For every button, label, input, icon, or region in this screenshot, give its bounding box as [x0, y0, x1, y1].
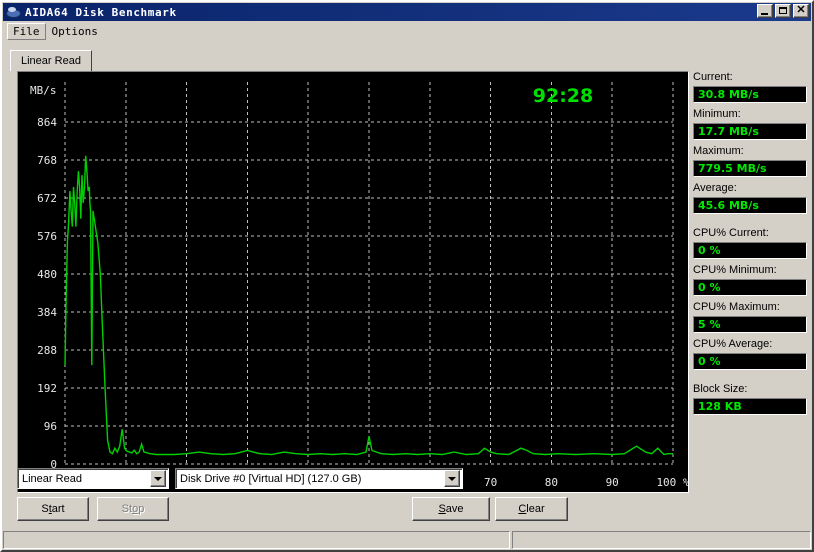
x-tick-label: 100 % [656, 476, 688, 489]
stat-cpu-current-value: 0 % [693, 242, 807, 259]
test-type-value: Linear Read [22, 472, 82, 485]
stat-cpu-current-label: CPU% Current: [693, 227, 769, 239]
y-tick-label: 480 [37, 268, 57, 281]
window-title: AIDA64 Disk Benchmark [25, 5, 177, 19]
client-area: Linear Read 0 96 192 288 384 480 576 672 768 864 … [3, 41, 811, 531]
stat-block-size-label: Block Size: [693, 383, 748, 395]
chart-timer-readout: 92:28 [533, 85, 593, 107]
y-tick-label: 864 [37, 116, 57, 129]
status-bar [3, 531, 811, 549]
clear-button[interactable]: Clear [495, 497, 568, 521]
stat-maximum-value: 779.5 MB/s [693, 160, 807, 177]
stat-block-size: Block Size: 128 KB [693, 383, 807, 415]
start-button[interactable]: Start [17, 497, 89, 521]
stat-minimum: Minimum: 17.7 MB/s [693, 108, 807, 140]
maximize-icon [779, 7, 787, 14]
menu-item-options[interactable]: Options [46, 23, 104, 40]
menu-item-file[interactable]: File [7, 22, 46, 40]
stat-cpu-average-value: 0 % [693, 353, 807, 370]
minimize-button[interactable] [757, 4, 773, 18]
stat-minimum-label: Minimum: [693, 108, 741, 120]
stat-maximum: Maximum: 779.5 MB/s [693, 145, 807, 177]
close-icon: ✕ [796, 4, 806, 16]
close-button[interactable]: ✕ [793, 4, 809, 18]
stats-separator-2 [693, 375, 807, 383]
test-type-combobox[interactable]: Linear Read [17, 468, 169, 489]
maximize-button[interactable] [775, 4, 791, 18]
y-tick-label: 384 [37, 306, 57, 319]
tab-linear-read[interactable]: Linear Read [10, 50, 92, 71]
drive-combobox[interactable]: Disk Drive #0 [Virtual HD] (127.0 GB) [175, 468, 463, 489]
stat-current: Current: 30.8 MB/s [693, 71, 807, 103]
x-tick-label: 90 [606, 476, 619, 489]
chart-background [18, 72, 688, 492]
x-tick-label: 70 [484, 476, 497, 489]
window-controls: ✕ [757, 4, 809, 18]
stat-current-label: Current: [693, 71, 733, 83]
stat-average-label: Average: [693, 182, 737, 194]
stat-cpu-current: CPU% Current: 0 % [693, 227, 807, 259]
chart-y-axis-title: MB/s [30, 84, 57, 97]
start-button-label: Start [41, 503, 65, 515]
y-tick-label: 672 [37, 192, 57, 205]
benchmark-chart: 096192288384480576672768864 010203040506… [17, 71, 689, 493]
stat-cpu-maximum: CPU% Maximum: 5 % [693, 301, 807, 333]
stat-cpu-maximum-value: 5 % [693, 316, 807, 333]
title-bar[interactable]: AIDA64 Disk Benchmark ✕ [3, 3, 811, 21]
chevron-down-icon[interactable] [150, 470, 166, 487]
stat-current-value: 30.8 MB/s [693, 86, 807, 103]
stat-block-size-value: 128 KB [693, 398, 807, 415]
stop-button-label: Stop [121, 503, 145, 515]
y-tick-label: 576 [37, 230, 57, 243]
stop-button: Stop [97, 497, 169, 521]
chart-canvas: 096192288384480576672768864 010203040506… [18, 72, 688, 492]
clear-button-label: Clear [518, 503, 545, 515]
menu-bar: File Options [3, 22, 811, 40]
stat-minimum-value: 17.7 MB/s [693, 123, 807, 140]
chevron-down-icon-2[interactable] [444, 470, 460, 487]
y-tick-label: 288 [37, 344, 57, 357]
save-button-label: Save [438, 503, 464, 515]
x-tick-label: 80 [545, 476, 558, 489]
stat-cpu-average: CPU% Average: 0 % [693, 338, 807, 370]
drive-value: Disk Drive #0 [Virtual HD] (127.0 GB) [180, 472, 362, 485]
status-pane-right [512, 531, 811, 549]
status-pane-left [3, 531, 510, 549]
aida64-disk-benchmark-window: AIDA64 Disk Benchmark ✕ File Options Lin… [0, 0, 814, 552]
y-tick-label: 768 [37, 154, 57, 167]
stat-cpu-average-label: CPU% Average: [693, 338, 773, 350]
app-disk-icon [5, 5, 21, 19]
stat-cpu-maximum-label: CPU% Maximum: [693, 301, 780, 313]
statistics-panel: Current: 30.8 MB/s Minimum: 17.7 MB/s Ma… [693, 71, 807, 501]
save-button[interactable]: Save [412, 497, 490, 521]
stat-cpu-minimum-value: 0 % [693, 279, 807, 296]
stat-average: Average: 45.6 MB/s [693, 182, 807, 214]
stat-cpu-minimum-label: CPU% Minimum: [693, 264, 777, 276]
stat-average-value: 45.6 MB/s [693, 197, 807, 214]
y-tick-label: 192 [37, 382, 57, 395]
minimize-icon [761, 13, 768, 15]
y-tick-label: 96 [44, 420, 57, 433]
tab-strip: Linear Read [10, 50, 690, 72]
stat-maximum-label: Maximum: [693, 145, 744, 157]
stat-cpu-minimum: CPU% Minimum: 0 % [693, 264, 807, 296]
stats-separator [693, 219, 807, 227]
